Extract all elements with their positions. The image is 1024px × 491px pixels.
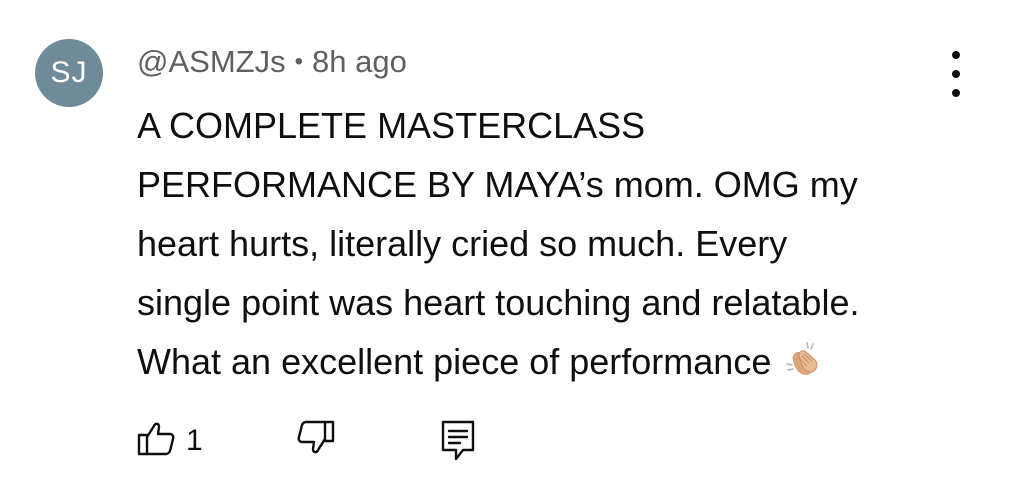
author-handle[interactable]: @ASMZJs bbox=[137, 44, 286, 80]
dislike-button[interactable] bbox=[296, 418, 336, 463]
avatar[interactable]: SJ bbox=[35, 39, 103, 107]
clapping-hands-icon bbox=[783, 338, 823, 397]
comment-line: What an excellent piece of performance bbox=[137, 341, 772, 382]
reply-button[interactable] bbox=[438, 418, 478, 467]
comment-line: heart hurts, literally cried so much. Ev… bbox=[137, 223, 788, 264]
more-vertical-icon bbox=[952, 51, 960, 59]
thumbs-down-icon bbox=[296, 418, 336, 463]
thumbs-up-icon bbox=[136, 418, 176, 463]
comment-line: A COMPLETE MASTERCLASS bbox=[137, 105, 646, 146]
like-count: 1 bbox=[186, 423, 203, 457]
comment-line: single point was heart touching and rela… bbox=[137, 282, 860, 323]
reply-comment-icon bbox=[438, 418, 478, 467]
comment-text: A COMPLETE MASTERCLASS PERFORMANCE BY MA… bbox=[137, 96, 957, 397]
comment-line: PERFORMANCE BY MAYA’s mom. OMG my bbox=[137, 164, 858, 205]
meta-separator: • bbox=[294, 48, 303, 75]
avatar-initials: SJ bbox=[50, 56, 88, 89]
like-button[interactable]: 1 bbox=[136, 418, 203, 463]
comment-line-last: What an excellent piece of performance bbox=[137, 332, 957, 397]
comment-header: @ASMZJs • 8h ago bbox=[137, 44, 407, 80]
more-actions-button[interactable] bbox=[938, 51, 974, 97]
comment-timestamp[interactable]: 8h ago bbox=[312, 44, 407, 80]
